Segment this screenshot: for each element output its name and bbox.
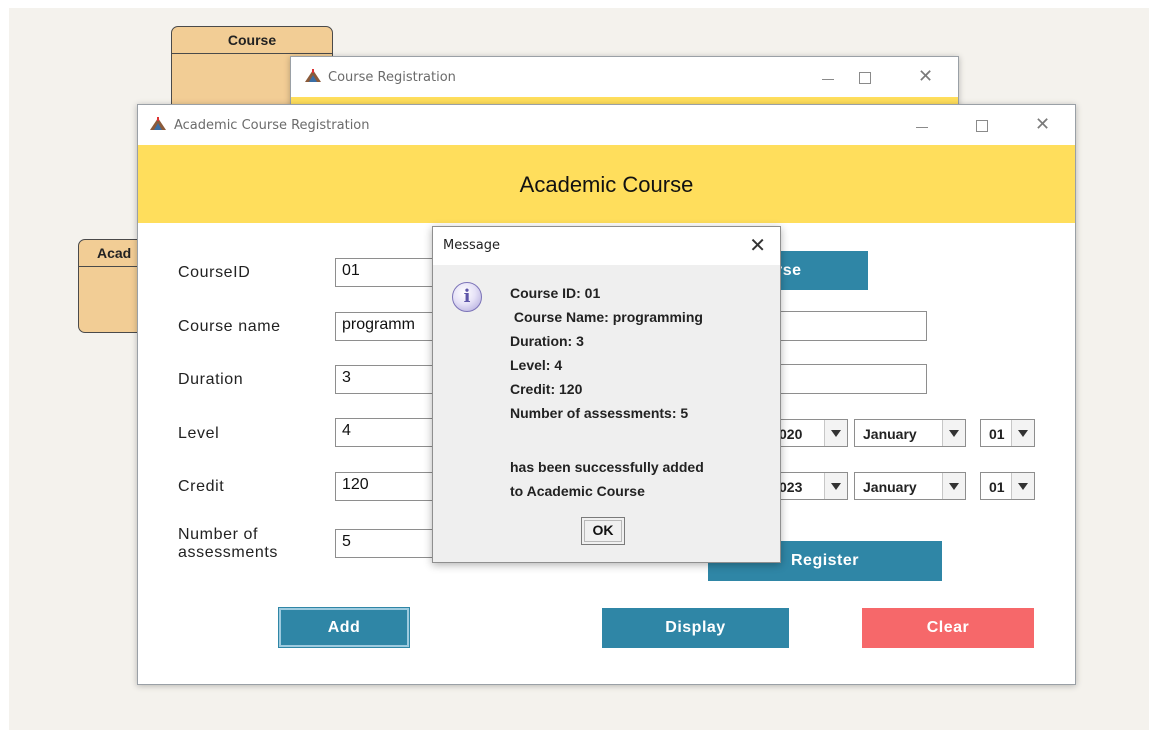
info-icon: i: [452, 282, 482, 312]
end-month-select[interactable]: January: [854, 472, 966, 500]
start-month-select[interactable]: January: [854, 419, 966, 447]
message-line: Level: 4: [510, 357, 563, 373]
message-line: to Academic Course: [510, 483, 645, 499]
assessments-label-line2: assessments: [178, 544, 278, 561]
chevron-down-icon[interactable]: [824, 473, 847, 499]
end-month-value: January: [863, 479, 917, 495]
window-titlebar[interactable]: Academic Course Registration ✕: [138, 105, 1075, 143]
instructor-input[interactable]: [758, 311, 927, 341]
course-id-label: CourseID: [178, 264, 251, 281]
lecturer-input[interactable]: [758, 364, 927, 394]
end-year-value: 023: [779, 479, 803, 495]
maximize-icon[interactable]: [859, 72, 871, 84]
start-day-value: 01: [989, 426, 1005, 442]
start-year-value: 020: [779, 426, 803, 442]
chevron-down-icon[interactable]: [824, 420, 847, 446]
message-line: has been successfully added: [510, 459, 704, 475]
dialog-title: Message: [443, 238, 500, 253]
window-title: Academic Course Registration: [174, 118, 370, 133]
message-line: Duration: 3: [510, 333, 584, 349]
message-dialog[interactable]: Message ✕ i Course ID: 01 Course Name: p…: [432, 226, 781, 563]
maximize-icon[interactable]: [976, 120, 988, 132]
close-icon[interactable]: ✕: [749, 233, 766, 257]
java-app-icon: [304, 68, 322, 84]
chevron-down-icon[interactable]: [942, 420, 965, 446]
minimize-icon[interactable]: [822, 79, 834, 80]
window-titlebar[interactable]: Course Registration ✕: [291, 57, 958, 95]
close-icon[interactable]: ✕: [918, 66, 933, 87]
chevron-down-icon[interactable]: [942, 473, 965, 499]
chevron-down-icon[interactable]: [1011, 420, 1034, 446]
page-title: Academic Course: [519, 172, 694, 197]
assessments-label: Number of assessments: [178, 526, 278, 562]
add-button[interactable]: Add: [278, 607, 410, 648]
clear-button[interactable]: Clear: [862, 608, 1034, 648]
credit-label: Credit: [178, 478, 225, 495]
message-line: Number of assessments: 5: [510, 405, 689, 421]
window-title: Course Registration: [328, 70, 456, 85]
dialog-titlebar[interactable]: Message ✕: [433, 227, 780, 265]
display-button[interactable]: Display: [602, 608, 789, 648]
java-app-icon: [149, 116, 167, 132]
chevron-down-icon[interactable]: [1011, 473, 1034, 499]
uml-class-title: Course: [172, 27, 332, 54]
course-name-label: Course name: [178, 318, 281, 335]
level-label: Level: [178, 425, 220, 442]
close-icon[interactable]: ✕: [1035, 114, 1050, 135]
assessments-label-line1: Number of: [178, 526, 259, 543]
end-day-select[interactable]: 01: [980, 472, 1035, 500]
message-line: Course ID: 01: [510, 285, 601, 301]
message-line: Course Name: programming: [510, 309, 703, 325]
duration-label: Duration: [178, 371, 244, 388]
minimize-icon[interactable]: [916, 127, 928, 128]
message-line: Credit: 120: [510, 381, 583, 397]
start-month-value: January: [863, 426, 917, 442]
end-day-value: 01: [989, 479, 1005, 495]
ok-button[interactable]: OK: [581, 517, 625, 545]
start-day-select[interactable]: 01: [980, 419, 1035, 447]
header-banner: Academic Course: [138, 145, 1075, 223]
